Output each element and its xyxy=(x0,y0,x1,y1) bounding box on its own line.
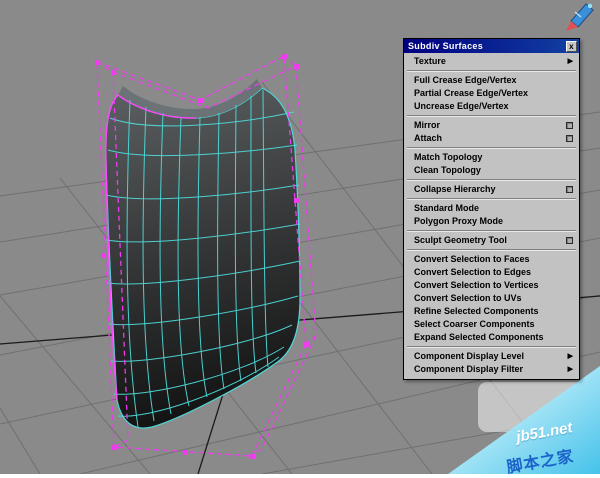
menu-separator xyxy=(407,230,576,232)
menu-item-match-topology[interactable]: Match Topology xyxy=(405,151,578,164)
menu-item-label: Match Topology xyxy=(414,152,483,162)
menu-item-convert-selection-to-faces[interactable]: Convert Selection to Faces xyxy=(405,253,578,266)
menu-item-full-crease-edge-vertex[interactable]: Full Crease Edge/Vertex xyxy=(405,74,578,87)
menu-item-collapse-hierarchy[interactable]: Collapse Hierarchy xyxy=(405,183,578,196)
menu-item-polygon-proxy-mode[interactable]: Polygon Proxy Mode xyxy=(405,215,578,228)
menu-title: Subdiv Surfaces xyxy=(408,41,484,51)
menu-item-label: Refine Selected Components xyxy=(414,306,539,316)
subdiv-surface-object[interactable] xyxy=(105,79,301,429)
menu-item-standard-mode[interactable]: Standard Mode xyxy=(405,202,578,215)
menu-item-refine-selected-components[interactable]: Refine Selected Components xyxy=(405,305,578,318)
menu-item-label: Convert Selection to Vertices xyxy=(414,280,539,290)
menu-item-label: Mirror xyxy=(414,120,441,130)
menu-item-label: Texture xyxy=(414,56,446,66)
option-box-icon[interactable] xyxy=(566,237,573,244)
maya-3d-viewport[interactable]: Subdiv Surfaces x Texture ▶ Full Crease Ed… xyxy=(0,0,600,477)
menu-item-partial-crease-edge-vertex[interactable]: Partial Crease Edge/Vertex xyxy=(405,87,578,100)
menu-item-label: Polygon Proxy Mode xyxy=(414,216,504,226)
menu-item-label: Standard Mode xyxy=(414,203,480,213)
brush-cursor-icon xyxy=(566,3,594,31)
menu-separator xyxy=(407,115,576,117)
menu-item-label: Uncrease Edge/Vertex xyxy=(414,101,509,111)
menu-separator xyxy=(407,179,576,181)
menu-item-expand-selected-components[interactable]: Expand Selected Components xyxy=(405,331,578,344)
menu-item-label: Select Coarser Components xyxy=(414,319,535,329)
menu-item-label: Attach xyxy=(414,133,443,143)
option-box-icon[interactable] xyxy=(566,122,573,129)
submenu-arrow-icon: ▶ xyxy=(567,366,573,373)
menu-separator xyxy=(407,346,576,348)
menu-body: Texture ▶ Full Crease Edge/Vertex Partial C… xyxy=(404,53,579,379)
menu-item-attach[interactable]: Attach xyxy=(405,132,578,145)
menu-item-label: Expand Selected Components xyxy=(414,332,544,342)
menu-item-clean-topology[interactable]: Clean Topology xyxy=(405,164,578,177)
menu-item-label: Convert Selection to Edges xyxy=(414,267,532,277)
menu-item-convert-selection-to-vertices[interactable]: Convert Selection to Vertices xyxy=(405,279,578,292)
submenu-arrow-icon: ▶ xyxy=(567,353,573,360)
menu-separator xyxy=(407,70,576,72)
menu-item-convert-selection-to-uvs[interactable]: Convert Selection to UVs xyxy=(405,292,578,305)
surface-body xyxy=(105,87,301,429)
menu-item-component-display-level[interactable]: Component Display Level ▶ xyxy=(405,350,578,363)
subdiv-surfaces-menu: Subdiv Surfaces x Texture ▶ Full Crease Ed… xyxy=(403,38,580,380)
option-box-icon[interactable] xyxy=(566,135,573,142)
menu-item-label: Full Crease Edge/Vertex xyxy=(414,75,517,85)
menu-item-sculpt-geometry-tool[interactable]: Sculpt Geometry Tool xyxy=(405,234,578,247)
menu-item-label: Component Display Level xyxy=(414,351,525,361)
menu-item-label: Clean Topology xyxy=(414,165,481,175)
menu-separator xyxy=(407,147,576,149)
menu-item-mirror[interactable]: Mirror xyxy=(405,119,578,132)
menu-item-texture[interactable]: Texture ▶ xyxy=(405,55,578,68)
menu-item-select-coarser-components[interactable]: Select Coarser Components xyxy=(405,318,578,331)
menu-item-uncrease-edge-vertex[interactable]: Uncrease Edge/Vertex xyxy=(405,100,578,113)
menu-item-label: Convert Selection to UVs xyxy=(414,293,522,303)
menu-item-label: Partial Crease Edge/Vertex xyxy=(414,88,529,98)
menu-item-label: Collapse Hierarchy xyxy=(414,184,496,194)
menu-title-bar[interactable]: Subdiv Surfaces x xyxy=(404,39,579,53)
submenu-arrow-icon: ▶ xyxy=(567,58,573,65)
menu-item-label: Sculpt Geometry Tool xyxy=(414,235,507,245)
menu-item-convert-selection-to-edges[interactable]: Convert Selection to Edges xyxy=(405,266,578,279)
menu-separator xyxy=(407,198,576,200)
option-box-icon[interactable] xyxy=(566,186,573,193)
menu-separator xyxy=(407,249,576,251)
menu-item-component-display-filter[interactable]: Component Display Filter ▶ xyxy=(405,363,578,376)
menu-item-label: Convert Selection to Faces xyxy=(414,254,530,264)
close-icon[interactable]: x xyxy=(566,40,577,52)
menu-item-label: Component Display Filter xyxy=(414,364,524,374)
